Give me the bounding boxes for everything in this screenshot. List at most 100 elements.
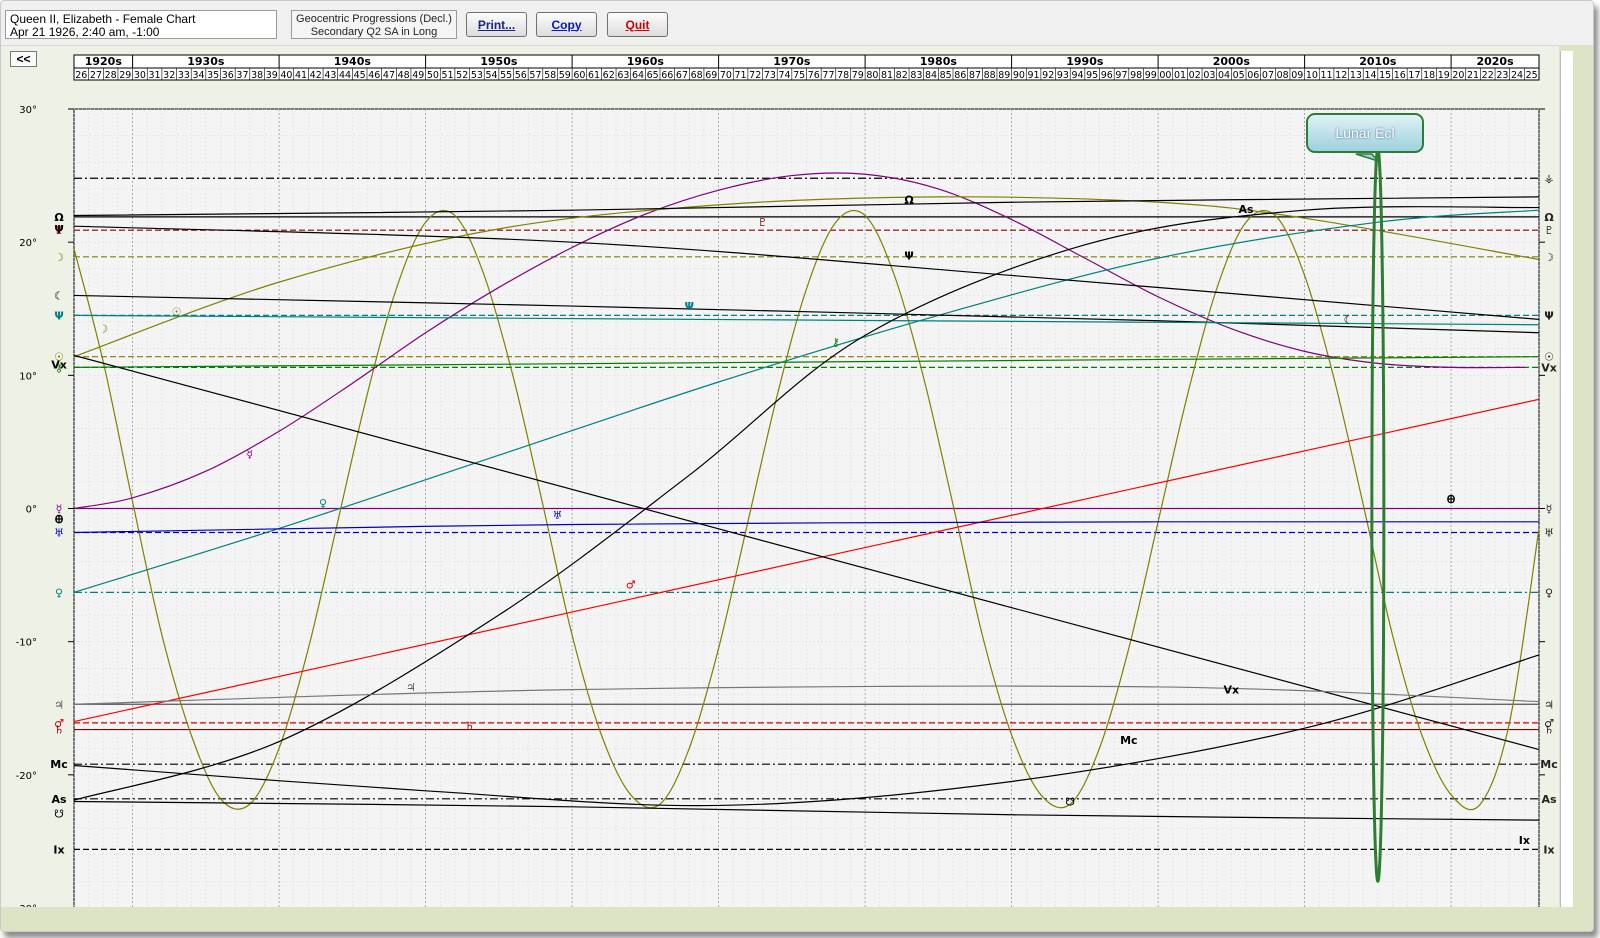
year-label: 06 — [1247, 70, 1259, 81]
year-label: 97 — [1115, 70, 1127, 81]
year-label: 45 — [354, 70, 366, 81]
year-label: 04 — [1218, 70, 1230, 81]
curve-label: Ꚛ — [1447, 493, 1456, 506]
year-label: 91 — [1028, 70, 1040, 81]
year-label: 39 — [266, 70, 278, 81]
year-label: 71 — [735, 70, 747, 81]
year-label: 09 — [1291, 70, 1303, 81]
curve-label: As — [1238, 203, 1254, 216]
curve-label: Mc — [1120, 734, 1137, 747]
year-label: 67 — [676, 70, 688, 81]
decade-label: 2000s — [1213, 55, 1251, 68]
year-label: 94 — [1071, 70, 1083, 81]
year-label: 72 — [749, 70, 761, 81]
year-label: 61 — [588, 70, 600, 81]
year-label: 47 — [383, 70, 395, 81]
year-label: 63 — [617, 70, 629, 81]
year-label: 05 — [1233, 70, 1245, 81]
year-label: 41 — [295, 70, 307, 81]
year-label: 76 — [808, 70, 820, 81]
natal-glyph-right: ☽ — [1544, 251, 1554, 264]
natal-glyph-left: ♀ — [55, 586, 63, 599]
curve-label: ♇ — [758, 216, 768, 229]
year-label: 30 — [134, 70, 146, 81]
year-label: 57 — [529, 70, 541, 81]
year-label: 93 — [1057, 70, 1069, 81]
year-label: 48 — [398, 70, 410, 81]
year-label: 08 — [1277, 70, 1289, 81]
year-label: 49 — [412, 70, 424, 81]
year-label: 12 — [1335, 70, 1347, 81]
curve-label: ♀ — [319, 497, 327, 510]
year-label: 62 — [603, 70, 615, 81]
curve-label: ☾ — [1344, 313, 1354, 326]
year-label: 90 — [1013, 70, 1025, 81]
year-label: 65 — [647, 70, 659, 81]
natal-glyph-left: ☽ — [54, 251, 64, 264]
year-label: 88 — [984, 70, 996, 81]
year-label: 52 — [456, 70, 468, 81]
year-label: 18 — [1423, 70, 1435, 81]
year-label: 16 — [1394, 70, 1406, 81]
y-tick-label: -10° — [16, 638, 37, 649]
year-label: 51 — [442, 70, 454, 81]
year-label: 50 — [427, 70, 439, 81]
year-label: 21 — [1467, 70, 1479, 81]
curve-label: ☿ — [246, 448, 253, 461]
year-label: 07 — [1262, 70, 1274, 81]
vertical-scrollbar[interactable] — [1560, 51, 1573, 921]
year-label: 17 — [1408, 70, 1420, 81]
year-label: 96 — [1101, 70, 1113, 81]
year-label: 99 — [1145, 70, 1157, 81]
year-label: 54 — [485, 70, 497, 81]
curve-label: ☽ — [98, 323, 108, 336]
curve-label: ♄ — [465, 720, 475, 733]
year-label: 69 — [705, 70, 717, 81]
year-label: 80 — [866, 70, 878, 81]
year-label: 34 — [192, 70, 204, 81]
year-label: 83 — [910, 70, 922, 81]
curve-label: ♂ — [626, 578, 636, 591]
natal-glyph-right: ♄ — [1544, 724, 1554, 737]
curve-label: Ψ — [685, 300, 694, 313]
natal-glyph-right: ☿ — [1546, 503, 1553, 516]
year-label: 58 — [544, 70, 556, 81]
curve-label: ☋ — [1065, 795, 1075, 808]
year-label: 56 — [515, 70, 527, 81]
natal-glyph-left: ☾ — [54, 289, 64, 302]
natal-glyph-right: ♅ — [1544, 526, 1554, 539]
decade-label: 1950s — [480, 55, 518, 68]
year-label: 98 — [1130, 70, 1142, 81]
curve-label: Vx — [1224, 684, 1240, 697]
decade-label: 1980s — [920, 55, 958, 68]
year-label: 64 — [632, 70, 644, 81]
year-label: 74 — [778, 70, 790, 81]
year-label: 53 — [471, 70, 483, 81]
year-label: 70 — [720, 70, 732, 81]
year-label: 33 — [178, 70, 190, 81]
year-label: 89 — [998, 70, 1010, 81]
natal-glyph-left: ☋ — [54, 807, 64, 820]
year-label: 87 — [969, 70, 981, 81]
bottom-border — [1, 907, 1593, 931]
year-label: 59 — [559, 70, 571, 81]
year-label: 35 — [207, 70, 219, 81]
curve-label: ⚷ — [832, 336, 840, 349]
year-label: 40 — [280, 70, 292, 81]
year-label: 86 — [954, 70, 966, 81]
curve-label: Ix — [1519, 834, 1530, 847]
natal-glyph-left: ♅ — [54, 526, 64, 539]
natal-glyph-right: ♀ — [1545, 586, 1553, 599]
year-label: 26 — [75, 70, 87, 81]
year-label: 60 — [573, 70, 585, 81]
curve-label: ♅ — [553, 509, 563, 522]
natal-glyph-left: ♇ — [54, 224, 64, 237]
natal-glyph-left: Ix — [53, 843, 64, 856]
y-tick-label: 10° — [19, 371, 37, 382]
year-label: 32 — [163, 70, 175, 81]
year-label: 92 — [1042, 70, 1054, 81]
year-label: 37 — [236, 70, 248, 81]
natal-glyph-left: As — [51, 793, 67, 806]
y-tick-label: 30° — [19, 105, 37, 116]
decade-label: 1940s — [334, 55, 372, 68]
